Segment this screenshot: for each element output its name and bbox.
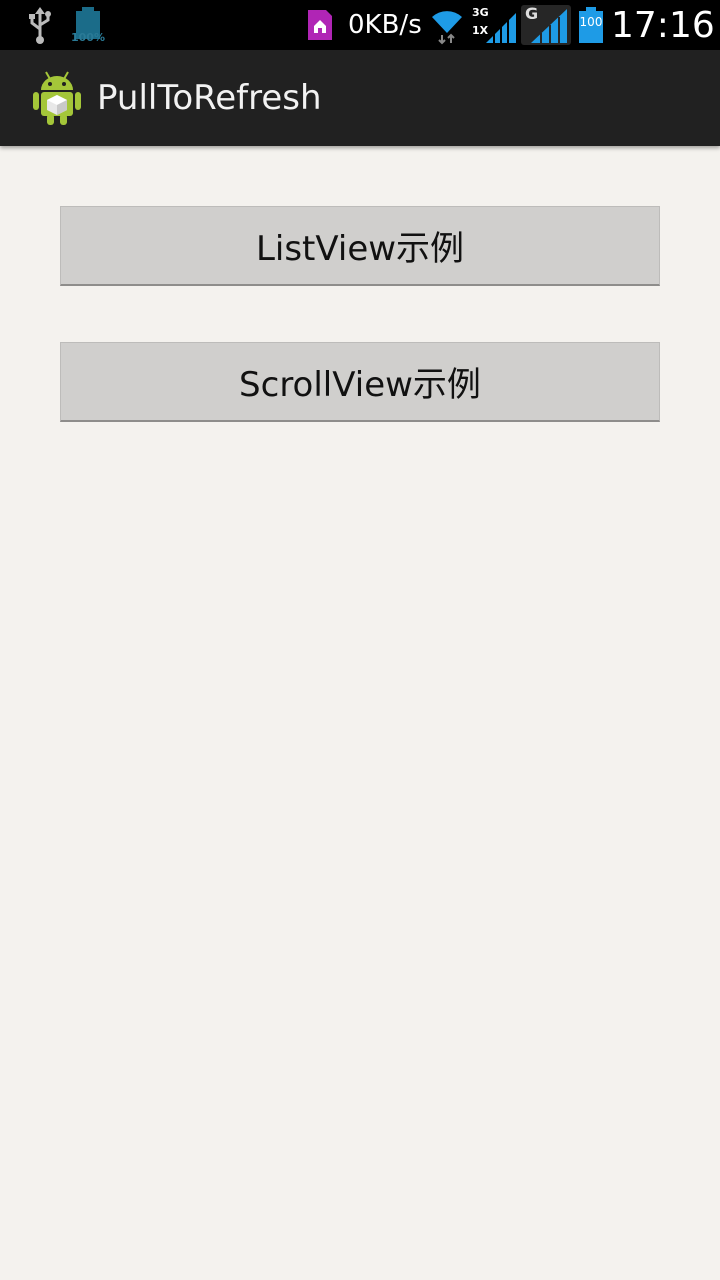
app-title: PullToRefresh: [97, 78, 322, 118]
scrollview-example-label: ScrollView示例: [239, 365, 481, 405]
listview-example-label: ListView示例: [255, 229, 465, 269]
clock: 17:16: [611, 4, 715, 46]
android-icon[interactable]: [32, 70, 82, 130]
net-speed: 0KB/s: [348, 10, 422, 40]
usb-icon: [26, 0, 54, 50]
battery-percent-label: 100%: [71, 31, 105, 44]
wifi-icon: [430, 0, 464, 50]
sim-card-icon: [306, 0, 334, 50]
listview-example-button[interactable]: ListView示例: [60, 206, 660, 286]
battery-level-label: 100: [579, 15, 603, 29]
status-bar: 100% 0KB/s 3G 1X G 100 17:16: [0, 0, 720, 50]
sim2-network-type: G: [525, 4, 539, 23]
scrollview-example-button[interactable]: ScrollView示例: [60, 342, 660, 422]
signal-sim1-icon: [484, 0, 518, 50]
action-bar: PullToRefresh: [0, 50, 720, 146]
